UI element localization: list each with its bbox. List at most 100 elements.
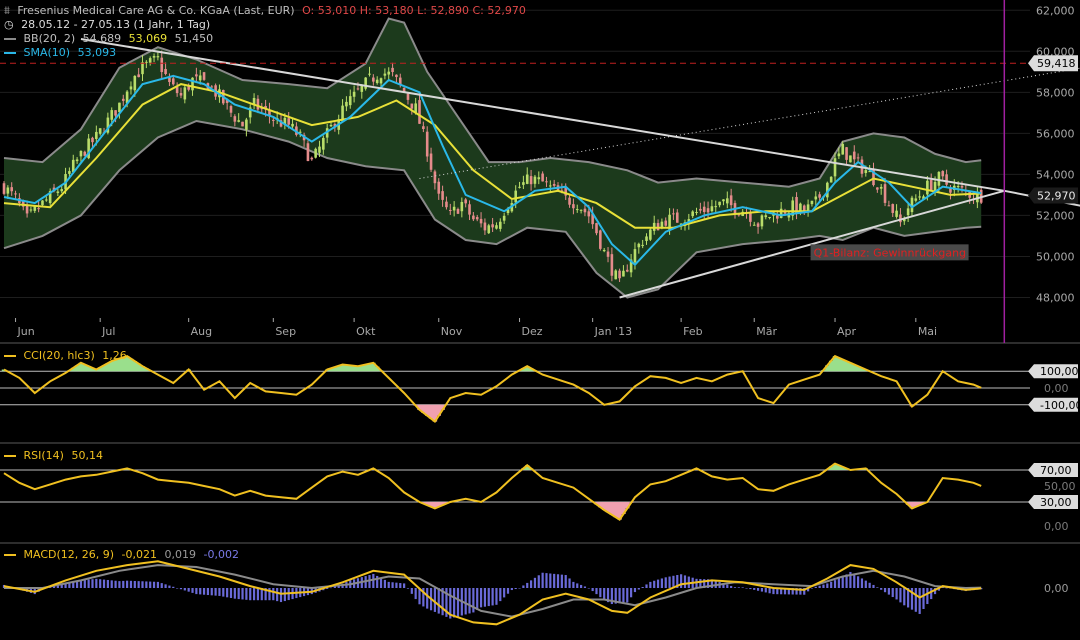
candle-body — [610, 254, 614, 276]
macd-histogram-bar — [249, 588, 252, 601]
macd-histogram-bar — [553, 573, 556, 588]
candle-body — [45, 199, 48, 201]
macd-histogram-bar — [737, 587, 740, 588]
candle-body — [876, 187, 879, 190]
candle-body — [10, 187, 13, 192]
macd-histogram-bar — [137, 581, 140, 588]
candle-body — [518, 186, 521, 188]
candle-body — [525, 174, 529, 184]
macd-histogram-bar — [603, 588, 606, 601]
macd-histogram-bar — [922, 588, 925, 609]
candle-body — [95, 131, 98, 139]
rsi-swatch — [4, 455, 16, 457]
candle-body — [549, 185, 552, 187]
macd-histogram-bar — [733, 587, 737, 588]
candle-body — [75, 159, 79, 162]
candle-body — [68, 171, 71, 174]
candle-body — [856, 157, 860, 159]
macd-histogram-bar — [864, 580, 867, 588]
candle-body — [406, 93, 410, 100]
macd-histogram-bar — [503, 588, 506, 598]
candle-body — [933, 181, 937, 192]
candle-body — [675, 212, 679, 223]
price-legend: ⩩ Fresenius Medical Care AG & Co. KGaA (… — [4, 4, 530, 60]
candle-body — [718, 201, 721, 206]
macd-histogram-bar — [668, 576, 671, 588]
chart-canvas: 100,00 0,00 -100,00 70,00 50,00 30,00 0,00 0,00… — [0, 0, 1080, 626]
candle-body — [422, 126, 425, 130]
candle-body — [414, 103, 417, 113]
macd-histogram-bar — [233, 588, 236, 599]
candle-body — [714, 206, 718, 208]
candle-body — [752, 224, 756, 226]
candle-body — [448, 209, 452, 211]
candle-body — [533, 176, 537, 184]
macd-histogram-bar — [860, 578, 864, 588]
macd-histogram-bar — [649, 581, 652, 588]
candle-body — [641, 244, 644, 246]
candle-body — [502, 215, 506, 221]
macd-histogram-bar — [379, 577, 383, 588]
macd-histogram-bar — [568, 578, 571, 588]
candle-body — [410, 103, 414, 109]
bb-swatch — [4, 38, 16, 40]
candle-body — [129, 86, 133, 90]
macd-histogram-bar — [256, 588, 260, 601]
candle-body — [379, 78, 383, 84]
last-price-badge: 52,970 — [1028, 187, 1078, 204]
macd-histogram-bar — [464, 588, 467, 615]
candle-body — [464, 199, 467, 204]
macd-histogram-bar — [853, 574, 856, 588]
candle-body — [56, 191, 60, 193]
y-tick-label: 48,000 — [1036, 291, 1075, 304]
macd-histogram-bar — [414, 588, 417, 600]
candle-body — [879, 186, 883, 189]
macd-histogram-bar — [183, 588, 186, 591]
candle-body — [352, 91, 356, 97]
chart-type-icon: ⩩ — [4, 4, 10, 17]
candle-body — [79, 151, 83, 157]
macd-histogram-bar — [680, 574, 683, 588]
candle-body — [845, 147, 848, 160]
macd-histogram-bar — [749, 588, 752, 590]
candle-body — [541, 173, 544, 182]
macd-histogram-bar — [918, 588, 921, 614]
macd-histogram-bar — [272, 588, 275, 601]
candle-body — [906, 208, 910, 216]
macd-histogram-bar — [279, 588, 283, 603]
macd-histogram-bar — [876, 587, 879, 588]
candle-body — [133, 75, 137, 91]
x-tick-label: Jun — [17, 325, 35, 338]
macd-histogram-bar — [510, 588, 513, 591]
chart-stage: { "colors": { "background": "#000000", "… — [0, 0, 1080, 640]
y-tick-label: 58,000 — [1036, 86, 1075, 99]
clock-icon: ◷ — [4, 18, 14, 31]
candle-body — [749, 213, 752, 222]
macd-histogram-bar — [499, 588, 502, 602]
candle-body — [322, 137, 325, 150]
macd-histogram-bar — [237, 588, 240, 600]
x-tick-label: Apr — [837, 325, 857, 338]
macd-histogram-bar — [633, 588, 637, 593]
macd-histogram-bar — [618, 588, 621, 604]
rsi-value: 50,14 — [71, 449, 103, 462]
macd-histogram-bar — [826, 583, 829, 588]
macd-histogram-bar — [391, 582, 394, 588]
macd-histogram-bar — [630, 588, 633, 598]
macd-histogram-bar — [456, 588, 460, 617]
macd-histogram-bar — [164, 584, 167, 588]
bb-lower-value: 54,689 — [82, 32, 122, 45]
candle-body — [314, 148, 317, 158]
macd-histogram-bar — [252, 588, 256, 601]
candle-body — [356, 88, 360, 90]
candle-body — [121, 98, 125, 101]
candle-body — [472, 215, 475, 220]
candle-body — [664, 220, 668, 226]
macd-histogram-bar — [149, 581, 152, 588]
macd-histogram-bar — [410, 588, 413, 594]
candle-body — [171, 78, 175, 85]
macd-histogram-bar — [741, 587, 744, 588]
macd-histogram-bar — [152, 581, 156, 588]
macd-histogram-bar — [202, 588, 206, 595]
cci-overbought-fill — [1, 356, 869, 372]
